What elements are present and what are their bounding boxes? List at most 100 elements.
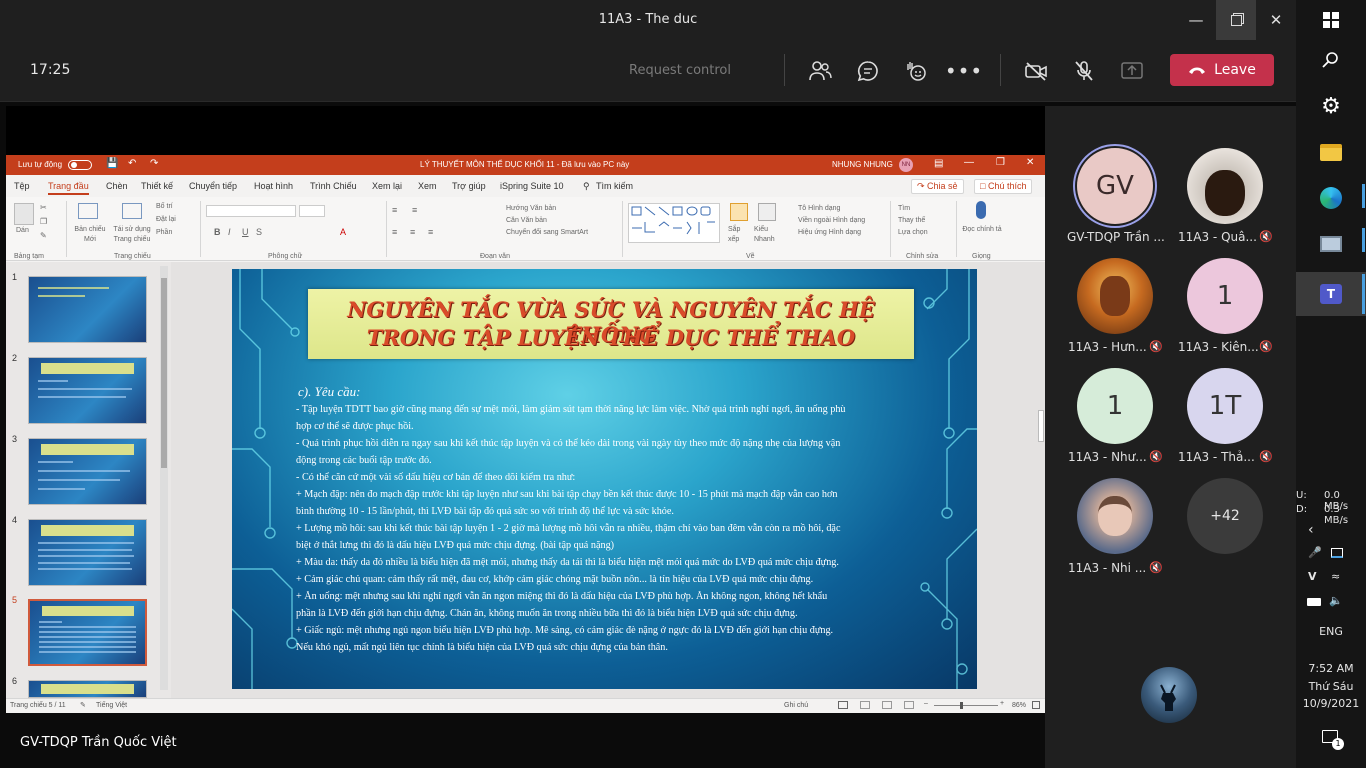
settings-app[interactable]: ⚙	[1296, 86, 1366, 126]
layout-button[interactable]: Bố trí	[156, 203, 173, 210]
font-name-box[interactable]	[206, 205, 296, 217]
replace-button[interactable]: Thay thế	[898, 217, 925, 224]
comments-button[interactable]: □ Chú thích	[974, 179, 1033, 194]
participants-button[interactable]	[805, 56, 835, 86]
accessibility-icon[interactable]: ✎	[80, 701, 86, 709]
participant-tile[interactable]: GV	[1077, 148, 1153, 224]
mic-toggle-button[interactable]	[1069, 56, 1099, 86]
cut-icon[interactable]: ✂	[40, 203, 47, 212]
reuse-slides-button[interactable]: Tái sử dụng Trang chiếu	[108, 225, 156, 245]
align-right-icon[interactable]: ≡	[428, 227, 433, 237]
microphone-icon[interactable]: 🎤	[1308, 546, 1322, 559]
canvas-scrollbar[interactable]	[1037, 265, 1045, 695]
tab-review[interactable]: Xem lại	[372, 181, 402, 191]
bullets-icon[interactable]: ≡	[392, 205, 397, 215]
normal-view-icon[interactable]	[838, 701, 848, 709]
dictate-button[interactable]: Đọc chính tả	[962, 225, 1002, 235]
ppt-minimize-icon[interactable]: —	[964, 157, 974, 168]
thumbnails-scrollbar[interactable]	[160, 266, 168, 690]
participant-tile[interactable]: 1	[1187, 258, 1263, 334]
slide-thumbnail-6[interactable]	[28, 680, 147, 698]
font-color-icon[interactable]: A	[340, 227, 346, 237]
display-icon[interactable]	[1331, 548, 1343, 558]
quick-styles-icon[interactable]	[758, 203, 776, 221]
show-hidden-icons-icon[interactable]: ‹	[1308, 522, 1314, 538]
font-size-box[interactable]	[299, 205, 325, 217]
redo-icon[interactable]: ↷	[150, 158, 158, 169]
format-painter-icon[interactable]: ✎	[40, 231, 47, 240]
shadow-icon[interactable]: S	[256, 227, 262, 237]
leave-button[interactable]: Leave	[1170, 54, 1274, 86]
text-direction-button[interactable]: Hướng Văn bản	[506, 205, 556, 212]
select-button[interactable]: Lựa chọn	[898, 229, 928, 236]
copy-icon[interactable]: ❐	[40, 217, 47, 226]
request-control-button[interactable]: Request control	[629, 63, 731, 78]
align-text-button[interactable]: Căn Văn bản	[506, 217, 547, 224]
dictate-icon[interactable]	[976, 201, 986, 219]
tab-slideshow[interactable]: Trình Chiếu	[310, 181, 357, 191]
wifi-icon[interactable]: ≈	[1331, 570, 1340, 583]
arrange-icon[interactable]	[730, 203, 748, 221]
close-button[interactable]: ✕	[1256, 0, 1296, 40]
zoom-level[interactable]: 86%	[1012, 702, 1026, 709]
more-participants-button[interactable]: +42	[1187, 478, 1263, 554]
fit-to-window-icon[interactable]	[1032, 701, 1040, 709]
arrange-button[interactable]: Sắp xếp	[728, 225, 750, 245]
clock-time[interactable]: 7:52 AM	[1296, 662, 1366, 675]
shapes-gallery[interactable]	[628, 203, 720, 243]
zoom-slider[interactable]	[934, 702, 998, 709]
tab-animations[interactable]: Hoạt hình	[254, 181, 293, 191]
slide-thumbnail-4[interactable]	[28, 519, 147, 586]
tab-home[interactable]: Trang đầu	[48, 181, 89, 195]
participant-tile[interactable]: 1T	[1187, 368, 1263, 444]
participant-tile[interactable]	[1077, 478, 1153, 554]
bold-icon[interactable]: B	[214, 227, 221, 237]
section-button[interactable]: Phần	[156, 229, 172, 236]
ppt-restore-icon[interactable]: ❐	[996, 157, 1005, 168]
new-slide-button[interactable]: Bản chiếu Mới	[70, 225, 110, 245]
network-app[interactable]	[1296, 224, 1366, 264]
italic-icon[interactable]: I	[228, 227, 231, 237]
file-explorer-app[interactable]	[1296, 132, 1366, 172]
new-slide-icon[interactable]	[78, 203, 98, 219]
restore-button[interactable]	[1216, 0, 1256, 40]
numbering-icon[interactable]: ≡	[412, 205, 417, 215]
minimize-button[interactable]: —	[1176, 0, 1216, 40]
slide-thumbnail-3[interactable]	[28, 438, 147, 505]
self-view-avatar[interactable]	[1141, 667, 1197, 723]
reactions-button[interactable]	[901, 56, 931, 86]
start-button[interactable]	[1296, 0, 1366, 40]
participant-tile[interactable]	[1187, 148, 1263, 224]
underline-icon[interactable]: U	[242, 227, 249, 237]
tab-search[interactable]: Tìm kiếm	[596, 181, 633, 191]
language-indicator[interactable]: ENG	[1296, 625, 1366, 638]
tab-file[interactable]: Tệp	[14, 181, 30, 191]
reset-button[interactable]: Đặt lại	[156, 216, 176, 223]
slide-thumbnail-5[interactable]	[28, 599, 147, 666]
battery-icon[interactable]	[1307, 598, 1321, 606]
camera-toggle-button[interactable]	[1021, 56, 1051, 86]
ribbon-display-icon[interactable]: ▤	[934, 158, 943, 169]
share-button[interactable]: ↷ Chia sẻ	[911, 179, 964, 194]
find-button[interactable]: Tìm	[898, 205, 910, 212]
notes-button[interactable]: Ghi chú	[784, 702, 808, 709]
tab-ispring[interactable]: iSpring Suite 10	[500, 181, 564, 191]
current-slide[interactable]: NGUYÊN TẮC VỪA SỨC VÀ NGUYÊN TẮC HỆ THỐN…	[232, 269, 977, 689]
language-status[interactable]: Tiếng Việt	[96, 702, 127, 709]
slideshow-view-icon[interactable]	[904, 701, 914, 709]
shape-fill-button[interactable]: Tô Hình dạng	[798, 205, 840, 212]
teams-app[interactable]: T	[1296, 272, 1366, 316]
vpn-icon[interactable]: V	[1308, 570, 1317, 583]
reading-view-icon[interactable]	[882, 701, 892, 709]
sorter-view-icon[interactable]	[860, 701, 870, 709]
quick-styles-button[interactable]: Kiểu Nhanh	[754, 225, 778, 245]
tab-help[interactable]: Trợ giúp	[452, 181, 486, 191]
ppt-close-icon[interactable]: ✕	[1026, 157, 1034, 168]
tab-view[interactable]: Xem	[418, 181, 437, 191]
tab-design[interactable]: Thiết kế	[141, 181, 173, 191]
chat-button[interactable]	[853, 56, 883, 86]
volume-icon[interactable]: 🔈	[1329, 594, 1343, 607]
shape-effects-button[interactable]: Hiệu ứng Hình dạng	[798, 229, 861, 236]
smartart-button[interactable]: Chuyển đổi sang SmartArt	[506, 229, 588, 236]
user-avatar[interactable]: NN	[899, 158, 913, 172]
